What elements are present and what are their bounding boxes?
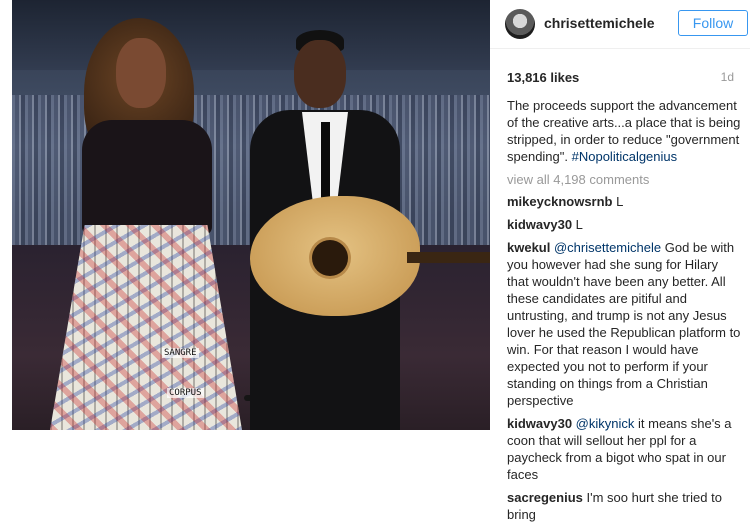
comment-text: L <box>575 217 583 232</box>
post-age[interactable]: 1d <box>721 70 734 84</box>
list-item: kwekul @chrisettemichele God be with you… <box>507 239 741 409</box>
post-header: chrisettemichele Follow <box>490 0 750 49</box>
comment-username[interactable]: kidwavy30 <box>507 416 572 431</box>
comment-text: L <box>616 194 624 209</box>
skirt-print-text: CORPUS <box>167 388 204 398</box>
comment-text: God be with you however had she sung for… <box>507 240 741 408</box>
woman-black-top <box>82 120 212 235</box>
comment-username[interactable]: mikeycknowsrnb <box>507 194 613 209</box>
comment-username[interactable]: kwekul <box>507 240 550 255</box>
view-all-comments-link[interactable]: view all 4,198 comments <box>507 171 741 188</box>
follow-button[interactable]: Follow <box>678 10 748 36</box>
username-link[interactable]: chrisettemichele <box>544 15 655 31</box>
guitar-sound-hole <box>312 240 348 276</box>
post-caption: The proceeds support the advancement of … <box>507 97 741 165</box>
post-sidebar: chrisettemichele Follow 13,816 likes 1d … <box>490 0 750 522</box>
comment-list: The proceeds support the advancement of … <box>507 97 741 529</box>
comment-username[interactable]: sacregenius <box>507 490 583 505</box>
list-item: kidwavy30 @kikynick it means she's a coo… <box>507 415 741 483</box>
comment-mention[interactable]: @chrisettemichele <box>554 240 661 255</box>
list-item: mikeycknowsrnb L <box>507 193 741 210</box>
like-count[interactable]: 13,816 likes <box>507 70 579 85</box>
guitar-neck <box>407 252 490 263</box>
comment-username[interactable]: kidwavy30 <box>507 217 572 232</box>
avatar[interactable] <box>505 9 535 39</box>
list-item: sacregenius I'm soo hurt she tried to br… <box>507 489 741 523</box>
caption-hashtag[interactable]: #Nopoliticalgenius <box>572 149 678 164</box>
list-item: kidwavy30 L <box>507 216 741 233</box>
venue-ceiling <box>12 0 490 70</box>
woman-face <box>116 38 166 108</box>
man-face <box>294 40 346 108</box>
skirt-print-text: SANGRE <box>162 348 199 358</box>
post-photo[interactable]: SANGRE CORPUS <box>12 0 490 430</box>
comment-mention[interactable]: @kikynick <box>576 416 635 431</box>
